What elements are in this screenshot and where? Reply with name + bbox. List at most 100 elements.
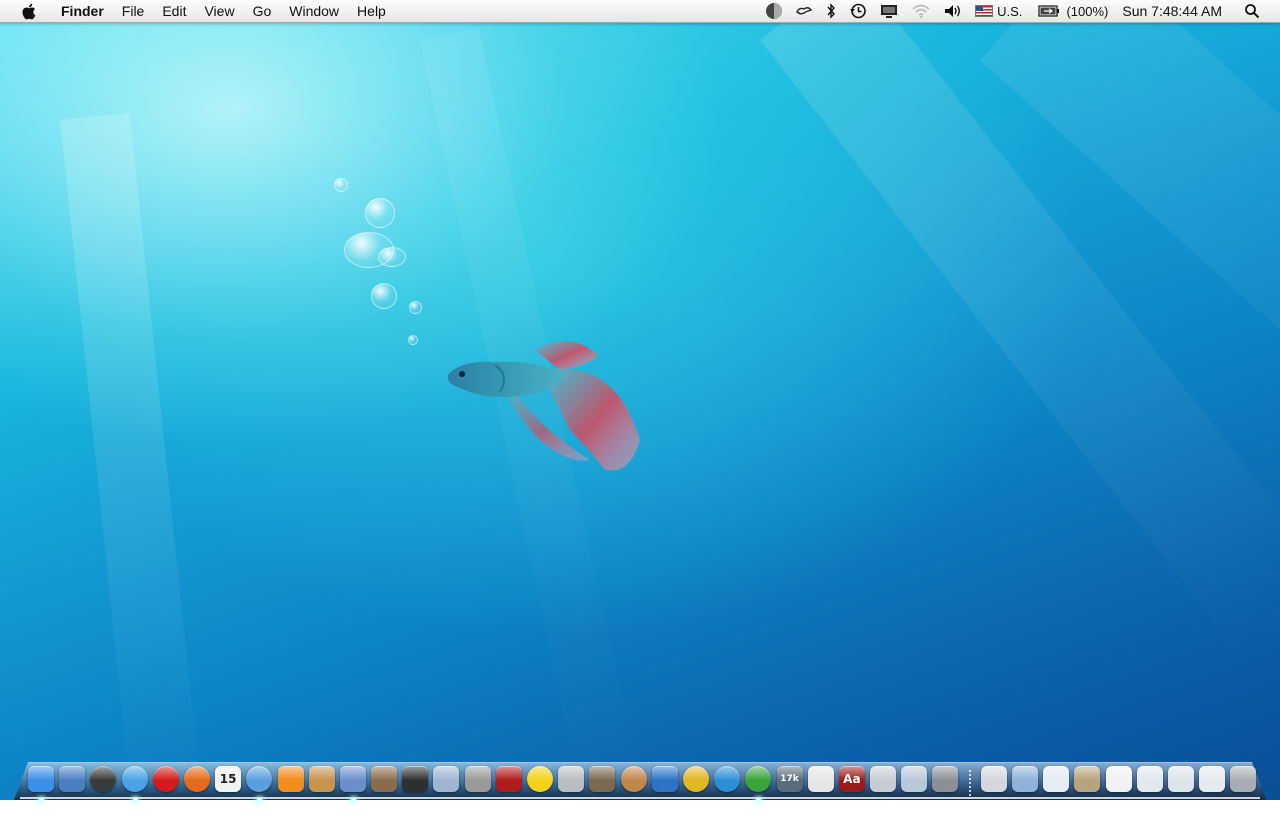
menu-clock[interactable]: Sun 7:48:44 AM [1122,0,1222,22]
photo-booth-icon [495,766,522,792]
textedit-icon [807,766,834,792]
menu-view[interactable]: View [195,0,243,22]
menu-help[interactable]: Help [348,0,395,22]
dock-safari[interactable] [121,764,148,801]
bubble [365,198,395,228]
dock-downloads-stack[interactable] [1167,764,1194,794]
bubble [409,301,422,314]
dock-wave-app[interactable] [651,764,678,794]
dock-preview[interactable] [59,764,86,794]
itunes-icon [246,766,273,792]
bubble [378,247,406,267]
menu-bar: Finder File Edit View Go Window Help U.S… [0,0,1280,23]
iweb-icon [901,766,928,792]
preview-icon [59,766,86,792]
menu-app-finder[interactable]: Finder [52,0,113,22]
dock-system-preferences[interactable] [932,764,959,794]
activity-monitor-icon: 17k [776,766,803,792]
display-mirroring-icon[interactable] [879,0,899,22]
hard-drive-icon [980,766,1007,792]
dock-celestia[interactable] [620,764,647,794]
menu-file[interactable]: File [113,0,154,22]
dock-document-stack[interactable] [1136,764,1163,794]
burn-icon [682,766,709,792]
battery-icon [1038,5,1060,17]
spotlight-search-icon[interactable] [1244,0,1260,22]
dock-itunes[interactable] [246,764,273,801]
dock-calculator[interactable] [558,764,585,794]
dock-utorrent[interactable] [745,764,772,801]
dock-printer-setup[interactable] [870,764,897,794]
dock-skype[interactable] [714,764,741,794]
dock-finder[interactable] [28,764,54,801]
apple-logo-icon[interactable] [16,0,40,22]
menu-go[interactable]: Go [244,0,281,22]
time-machine-icon[interactable] [849,0,867,22]
battery-menu[interactable]: (100%) [1038,0,1108,22]
bubble [408,335,418,345]
ical-icon: 15 [215,766,242,792]
input-source-menu[interactable]: U.S. [975,0,1022,22]
cloud-sync-icon[interactable] [795,0,813,22]
volume-icon[interactable] [943,0,963,22]
bubble [371,283,397,309]
dock-desktop-item[interactable] [1105,764,1132,794]
dock-iweb[interactable] [901,764,928,794]
yahoo-messenger-icon [527,766,553,792]
wave-app-icon [651,766,678,792]
growl-icon[interactable] [765,0,783,22]
dock-trash[interactable] [1230,764,1257,794]
dock-opera[interactable] [152,764,179,794]
iphoto-icon [371,766,398,792]
light-ray [60,112,203,816]
dock-burn[interactable] [682,764,709,794]
dock-documents-folder[interactable] [1012,764,1038,794]
celestia-icon [620,766,647,792]
dock-itunes-artwork[interactable] [339,764,366,801]
dock-iphoto[interactable] [371,764,398,794]
vlc-icon [277,766,304,792]
dock-address-book[interactable] [308,764,335,794]
dock-pictures-stack[interactable] [1074,764,1101,794]
desktop-wallpaper [0,0,1280,816]
imovie-icon [402,766,429,792]
gimp-icon [589,766,616,792]
dock: 15 17k Aa [28,756,1257,801]
dock-mail-stack[interactable] [1199,764,1226,794]
system-profiler-icon [433,766,460,792]
dock-ical[interactable]: 15 [215,764,242,794]
us-flag-icon [975,5,994,17]
dock-yahoo-messenger[interactable] [527,764,553,794]
mail-stack-icon [1199,766,1226,792]
betta-fish-image [447,341,640,471]
dock-imovie[interactable] [402,764,429,794]
dock-activity-monitor[interactable]: 17k [776,764,803,794]
skype-icon [714,766,741,792]
menu-window[interactable]: Window [280,0,348,22]
pictures-stack-icon [1074,766,1101,792]
dock-dashboard[interactable] [90,764,117,794]
system-preferences-icon [932,766,959,792]
bluetooth-icon[interactable] [825,0,837,22]
dock-gimp[interactable] [589,764,616,794]
wifi-icon[interactable] [911,0,931,22]
finder-icon [28,766,54,792]
calculator-icon [558,766,585,792]
dock-system-profiler[interactable] [433,764,460,794]
dock-photo-booth[interactable] [495,764,522,794]
dock-hard-drive[interactable] [980,764,1007,794]
document-stack-icon [1136,766,1163,792]
dock-textedit[interactable] [807,764,834,794]
utorrent-icon [745,766,772,792]
opera-icon [152,766,179,792]
dock-music-file[interactable] [1043,764,1070,794]
dvd-player-icon [464,766,491,792]
dock-firefox[interactable] [183,764,210,794]
dock-vlc[interactable] [277,764,304,794]
dock-separator[interactable] [964,764,976,796]
music-file-icon [1043,766,1070,792]
dock-dvd-player[interactable] [464,764,491,794]
menu-edit[interactable]: Edit [153,0,195,22]
desktop-item-icon [1105,766,1132,792]
dock-dictionary[interactable]: Aa [838,764,865,794]
